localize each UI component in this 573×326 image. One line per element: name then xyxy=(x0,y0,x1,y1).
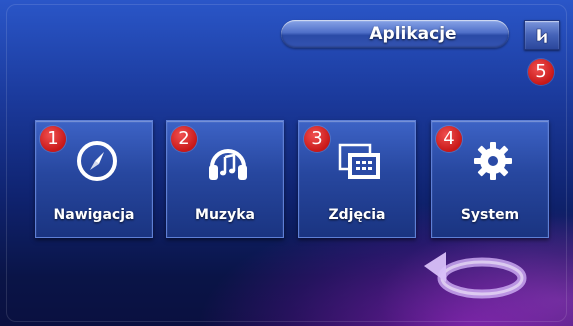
back-arrow-icon[interactable] xyxy=(420,248,530,304)
page-title: Aplikacje xyxy=(369,24,457,44)
app-screen: Aplikacje 5 Nawigacja 1 Muzyka 2 Zdjęcia… xyxy=(0,0,573,326)
tile-label: Muzyka xyxy=(195,207,255,223)
power-button[interactable] xyxy=(524,20,560,50)
power-icon xyxy=(536,28,548,44)
badge-power: 5 xyxy=(528,59,554,85)
tile-label: System xyxy=(460,207,520,223)
compass-icon xyxy=(77,141,117,181)
headphones-icon xyxy=(209,149,247,180)
badge-zdjecia: 3 xyxy=(304,126,330,152)
tile-label: Nawigacja xyxy=(53,207,135,223)
photos-icon xyxy=(338,143,380,179)
tile-label: Zdjęcia xyxy=(328,207,386,223)
gear-icon xyxy=(474,142,512,180)
badge-system: 4 xyxy=(436,126,462,152)
badge-nawigacja: 1 xyxy=(40,126,66,152)
title-bar: Aplikacje xyxy=(281,20,509,48)
badge-muzyka: 2 xyxy=(171,126,197,152)
